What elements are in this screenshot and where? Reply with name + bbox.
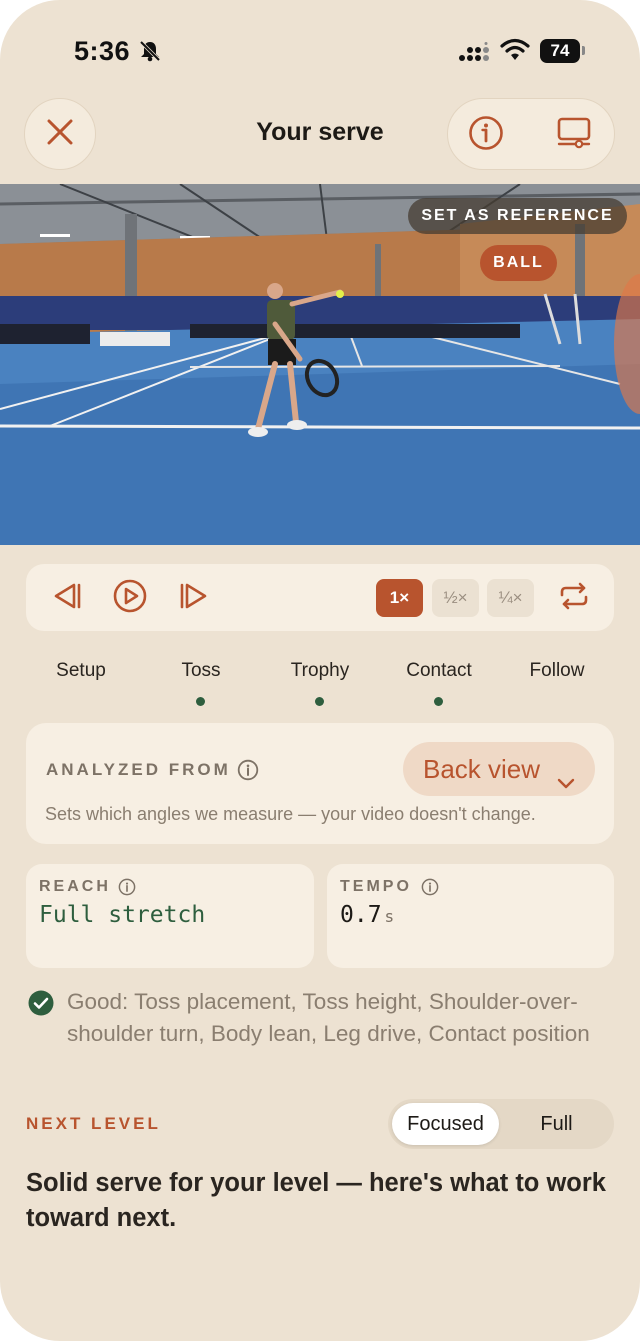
tempo-label: TEMPO (340, 878, 412, 895)
next-level-label: NEXT LEVEL (26, 1114, 161, 1133)
reach-value: Full stretch (39, 902, 206, 928)
serve-video[interactable] (0, 184, 640, 545)
good-summary: Good: Toss placement, Toss height, Shoul… (67, 989, 590, 1046)
info-icon[interactable] (421, 878, 439, 901)
play-button[interactable] (110, 578, 150, 618)
signal-icon (458, 42, 492, 67)
phase-toss[interactable]: Toss (141, 660, 261, 682)
wifi-icon (500, 38, 530, 67)
phase-toss-marker (196, 697, 205, 706)
reach-card: REACH Full stretch (26, 864, 314, 968)
tempo-value: 0.7 s (340, 902, 394, 928)
analyzed-description: Sets which angles we measure — your vide… (45, 804, 536, 824)
loop-icon (558, 582, 590, 615)
view-select-value: Back view (423, 754, 541, 784)
tempo-card: TEMPO 0.7 s (327, 864, 614, 968)
toggle-focused[interactable]: Focused (392, 1103, 499, 1145)
speed-quarter-button[interactable]: ¼× (487, 579, 534, 617)
phase-trophy[interactable]: Trophy (260, 660, 380, 682)
analyzed-from-label: ANALYZED FROM (46, 760, 231, 779)
bell-slash-icon (138, 40, 162, 67)
step-forward-icon (179, 581, 213, 616)
phase-setup[interactable]: Setup (21, 660, 141, 682)
loop-button[interactable] (554, 578, 594, 618)
step-back-button[interactable] (45, 578, 85, 618)
view-select[interactable]: Back view (403, 742, 595, 796)
check-circle-icon (28, 990, 54, 1021)
info-icon[interactable] (118, 878, 136, 901)
detail-toggle: Focused Full (388, 1099, 614, 1149)
phase-contact-marker (434, 697, 443, 706)
battery-icon: 74 (540, 39, 580, 63)
next-level-summary: Solid serve for your level — here's what… (26, 1169, 606, 1232)
playback-controls: 1× ½× ¼× (26, 564, 614, 631)
device-icon (556, 115, 592, 156)
phase-contact[interactable]: Contact (379, 660, 499, 682)
reach-label: REACH (39, 878, 111, 895)
toggle-full[interactable]: Full (503, 1103, 610, 1145)
header-actions (447, 98, 615, 170)
info-icon (468, 115, 504, 156)
chevron-down-icon (557, 758, 575, 812)
tempo-number: 0.7 (340, 902, 382, 928)
battery-nub (582, 46, 585, 55)
app-screen: 5:36 74 Your serve SET AS REFERENCE BALL… (0, 0, 640, 1341)
info-button[interactable] (466, 115, 506, 155)
step-forward-button[interactable] (176, 578, 216, 618)
step-back-icon (48, 581, 82, 616)
speed-half-button[interactable]: ½× (432, 579, 479, 617)
phase-trophy-marker (315, 697, 324, 706)
info-icon[interactable] (237, 759, 259, 786)
play-icon (112, 578, 148, 619)
ball-badge[interactable]: BALL (480, 245, 557, 281)
phase-follow[interactable]: Follow (497, 660, 617, 682)
speed-1x-button[interactable]: 1× (376, 579, 423, 617)
court-scene (0, 184, 640, 545)
device-button[interactable] (554, 115, 594, 155)
set-reference-button[interactable]: SET AS REFERENCE (408, 198, 627, 234)
status-bar: 5:36 74 (0, 0, 640, 100)
analyzed-from-card: ANALYZED FROM Back view Sets which angle… (26, 723, 614, 844)
status-time: 5:36 (74, 36, 131, 66)
tempo-unit: s (384, 907, 395, 926)
